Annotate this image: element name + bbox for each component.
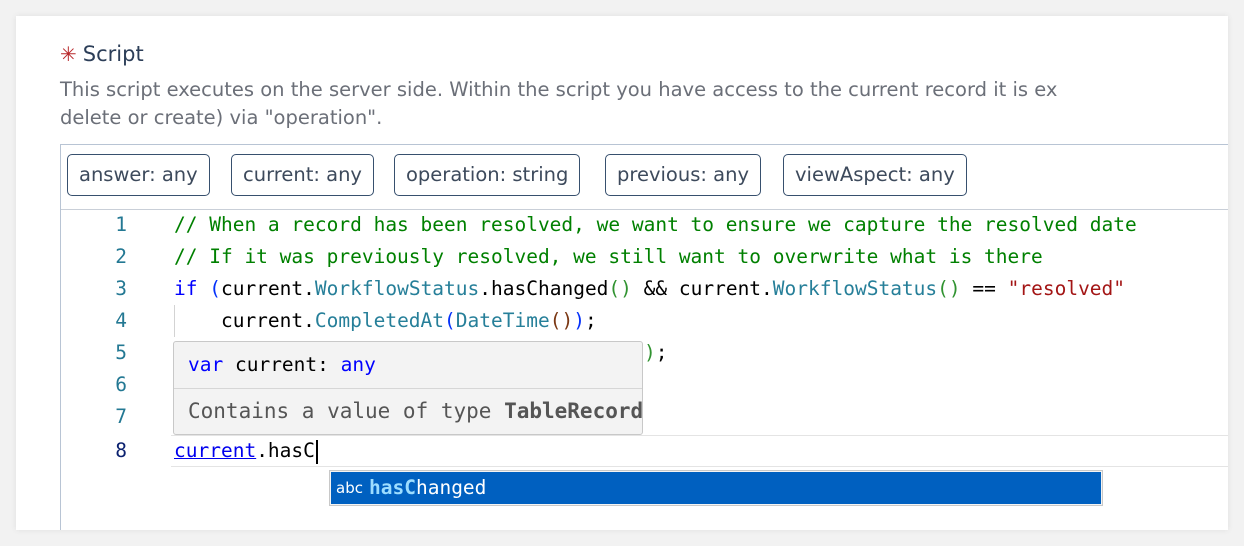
- token-paren: (): [608, 277, 632, 300]
- code-line-2[interactable]: // If it was previously resolved, we sti…: [174, 241, 1043, 273]
- token-text: ;: [655, 341, 668, 364]
- token-text: ==: [960, 277, 1008, 300]
- suggestion-label: hasChanged: [369, 472, 486, 504]
- script-field-label: ✳ Script: [60, 42, 144, 66]
- line-number: 6: [115, 373, 127, 396]
- chip-viewaspect[interactable]: viewAspect: any: [783, 154, 967, 196]
- suggestion-item-haschanged[interactable]: abc hasChanged: [331, 472, 1101, 504]
- text-kind-icon: abc: [336, 479, 363, 497]
- suggestion-widget: abc hasChanged: [329, 470, 1103, 506]
- line-number: 7: [115, 405, 127, 428]
- token-paren: (: [209, 277, 221, 300]
- token-text: .hasC: [256, 439, 315, 462]
- token-function: WorkflowStatus: [314, 277, 480, 300]
- text-cursor: [315, 439, 318, 464]
- line-number-active: 8: [115, 439, 127, 462]
- script-field-card: ✳ Script This script executes on the serv…: [16, 16, 1228, 530]
- hover-type: any: [340, 353, 376, 376]
- suggestion-rest: hanged: [415, 476, 487, 499]
- token-text: && current.: [631, 277, 773, 300]
- current-line-highlight: [171, 435, 1228, 467]
- token-paren: ): [573, 309, 585, 332]
- chip-current[interactable]: current: any: [231, 154, 374, 196]
- field-description: This script executes on the server side.…: [60, 76, 1228, 132]
- token-text: .hasChanged: [479, 277, 609, 300]
- chip-operation[interactable]: operation: string: [394, 154, 581, 196]
- line-number: 5: [115, 341, 127, 364]
- hover-divider: [174, 388, 642, 389]
- token-text: ;: [584, 309, 597, 332]
- code-area[interactable]: 1 2 3 4 5 6 7 8 // When a record has bee…: [61, 209, 1228, 530]
- line-number: 4: [115, 309, 127, 332]
- token-text: current.: [220, 277, 315, 300]
- field-label-text: Script: [82, 42, 144, 66]
- hover-keyword: var: [188, 353, 224, 376]
- code-line-4[interactable]: current.CompletedAt(DateTime());: [174, 305, 597, 337]
- hover-name: current:: [223, 353, 341, 376]
- token-function: WorkflowStatus: [772, 277, 938, 300]
- token-paren: ): [644, 341, 656, 364]
- token-function: CompletedAt: [314, 309, 445, 332]
- code-line-3[interactable]: if (current.WorkflowStatus.hasChanged() …: [174, 273, 1125, 305]
- token-paren: (): [549, 309, 574, 332]
- chip-answer[interactable]: answer: any: [67, 154, 210, 196]
- suggestion-match: hasC: [369, 476, 416, 499]
- hover-documentation: Contains a value of type TableRecord: [188, 395, 643, 427]
- code-line-8[interactable]: current.hasC: [174, 435, 318, 467]
- line-number: 2: [115, 245, 127, 268]
- description-line-2: delete or create) via "operation".: [60, 106, 383, 129]
- token-paren: (): [937, 277, 961, 300]
- line-number: 3: [115, 277, 127, 300]
- code-editor[interactable]: answer: any current: any operation: stri…: [60, 144, 1228, 530]
- line-number: 1: [115, 213, 127, 236]
- token-paren: (: [444, 309, 456, 332]
- description-line-1: This script executes on the server side.…: [60, 78, 1058, 101]
- chip-previous[interactable]: previous: any: [605, 154, 761, 196]
- token-link-current[interactable]: current: [174, 439, 256, 462]
- token-keyword: if: [174, 277, 198, 300]
- code-line-1[interactable]: // When a record has been resolved, we w…: [174, 209, 1137, 241]
- hover-signature: var current: any: [188, 350, 376, 380]
- token-string: "resolved": [1007, 277, 1126, 300]
- hover-doc-prefix: Contains a value of type: [188, 399, 505, 423]
- variable-chips-bar: answer: any current: any operation: stri…: [61, 145, 1228, 210]
- token-text: current.: [174, 309, 315, 332]
- hover-doc-type: TableRecord: [504, 399, 644, 423]
- code-line-5-tail[interactable]: );: [644, 337, 668, 369]
- hover-tooltip: var current: any Contains a value of typ…: [173, 341, 643, 435]
- token-function: DateTime: [455, 309, 550, 332]
- required-asterisk-icon: ✳: [60, 42, 77, 66]
